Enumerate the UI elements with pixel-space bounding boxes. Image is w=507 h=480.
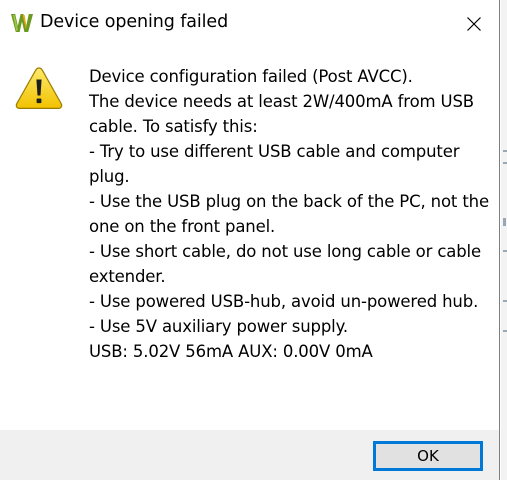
background-window-detail: [503, 218, 506, 226]
ok-button[interactable]: OK: [373, 441, 483, 471]
background-window-detail: [503, 250, 507, 252]
warning-icon: [15, 66, 63, 110]
close-button[interactable]: [452, 6, 496, 42]
background-window-detail: [503, 150, 507, 152]
ok-button-label: OK: [417, 447, 439, 465]
background-window-detail: [503, 162, 507, 164]
background-window-detail: [503, 300, 507, 302]
window-title: Device opening failed: [40, 12, 229, 32]
waveforms-w-logo-icon: [11, 13, 33, 33]
message-line: - Use short cable, do not use long cable…: [89, 242, 481, 261]
background-window-edge: [501, 0, 507, 480]
close-icon: [467, 17, 481, 31]
background-window-detail: [503, 330, 507, 332]
message-line: cable. To satisfy this:: [89, 117, 258, 136]
message-line: one on the front panel.: [89, 217, 276, 236]
message-line: - Use powered USB-hub, avoid un-powered …: [89, 292, 479, 311]
error-dialog: Device opening failed Device configurati…: [0, 0, 500, 480]
message-line: The device needs at least 2W/400mA from …: [89, 92, 474, 111]
message-line: - Use 5V auxiliary power supply.: [89, 317, 348, 336]
title-bar[interactable]: Device opening failed: [0, 0, 499, 48]
message-line: - Use the USB plug on the back of the PC…: [89, 192, 489, 211]
error-message: Device configuration failed (Post AVCC).…: [89, 64, 489, 364]
button-bar: OK: [0, 430, 499, 480]
message-line: extender.: [89, 267, 166, 286]
message-line: USB: 5.02V 56mA AUX: 0.00V 0mA: [89, 342, 373, 361]
message-line: - Try to use different USB cable and com…: [89, 142, 460, 161]
dialog-content: Device configuration failed (Post AVCC).…: [0, 48, 499, 430]
message-line: Device configuration failed (Post AVCC).: [89, 67, 413, 86]
message-line: plug.: [89, 167, 130, 186]
